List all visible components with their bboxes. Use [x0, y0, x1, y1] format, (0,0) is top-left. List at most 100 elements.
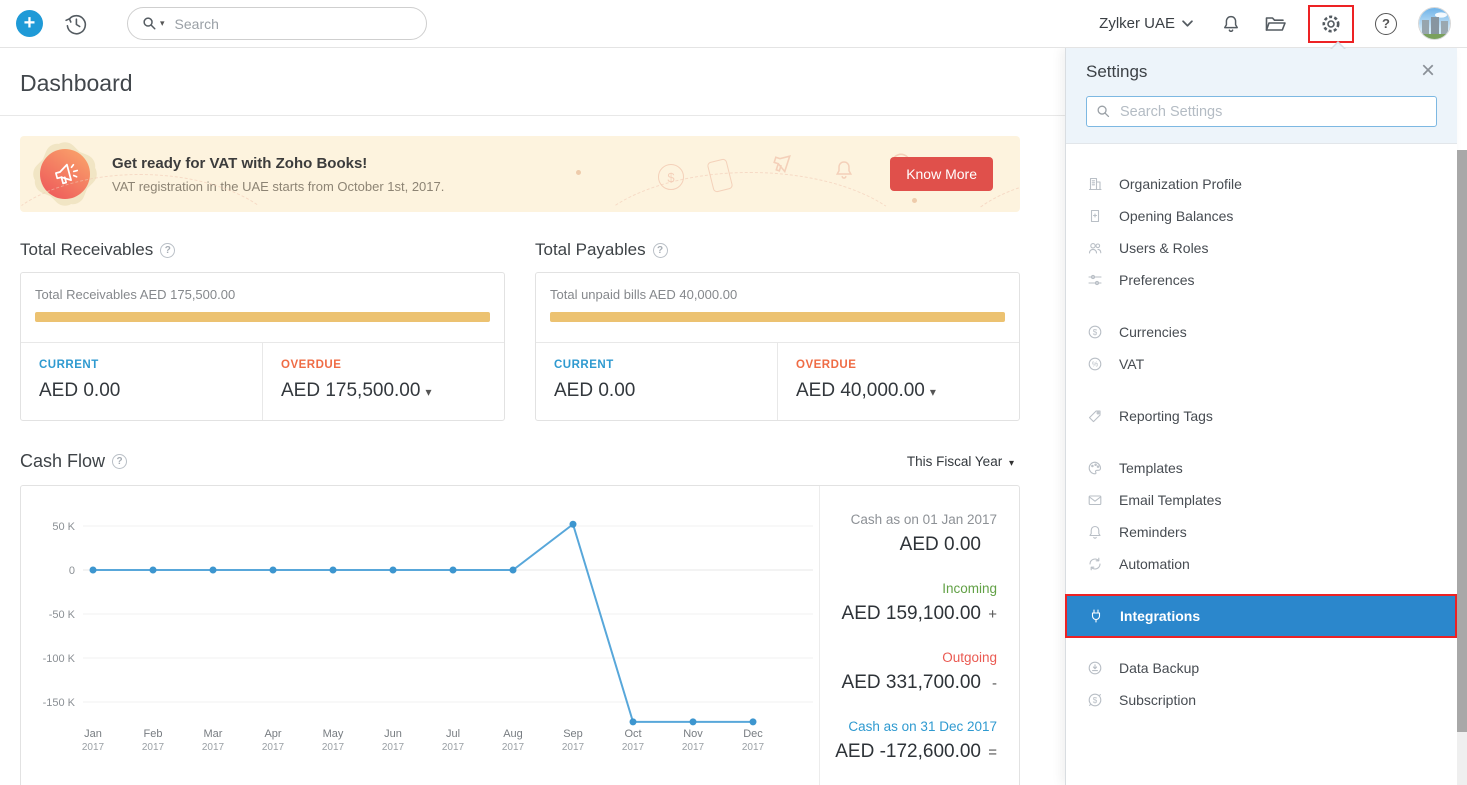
help-icon: ? — [1375, 13, 1397, 35]
settings-item-reminders[interactable]: Reminders — [1066, 516, 1457, 548]
history-icon — [63, 11, 89, 37]
settings-item-label: VAT — [1119, 356, 1144, 372]
help-button[interactable]: ? — [1375, 13, 1397, 35]
receivables-overdue-dropdown[interactable]: AED 175,500.00▾ — [281, 380, 486, 402]
fiscal-year-dropdown[interactable]: This Fiscal Year ▾ — [901, 453, 1020, 470]
search-icon — [142, 16, 157, 31]
settings-item-label: Subscription — [1119, 692, 1196, 708]
receivables-help-icon[interactable]: ? — [160, 243, 175, 258]
settings-item-preferences[interactable]: Preferences — [1066, 264, 1457, 296]
payables-card: Total unpaid bills AED 40,000.00 CURRENT… — [535, 272, 1020, 421]
documents-button[interactable] — [1263, 12, 1287, 36]
receivables-current-value: AED 0.00 — [39, 380, 244, 402]
arc-doodle — [580, 172, 920, 212]
settings-item-label: Currencies — [1119, 324, 1187, 340]
svg-text:50 K: 50 K — [52, 521, 75, 533]
payables-current-label: CURRENT — [554, 359, 759, 371]
search-input[interactable] — [173, 15, 412, 33]
svg-text:2017: 2017 — [502, 742, 525, 753]
settings-item-email-templates[interactable]: Email Templates — [1066, 484, 1457, 516]
cashflow-help-icon[interactable]: ? — [112, 454, 127, 469]
opening-balances-icon — [1087, 208, 1104, 224]
recent-history-button[interactable] — [63, 11, 89, 37]
svg-text:2017: 2017 — [562, 742, 585, 753]
payables-help-icon[interactable]: ? — [653, 243, 668, 258]
settings-item-opening-balances[interactable]: Opening Balances — [1066, 200, 1457, 232]
cashflow-chart: 50 K0-50 K-100 K-150 KJan2017Feb2017Mar2… — [31, 504, 821, 766]
dollar-circle-icon: $ — [1087, 324, 1104, 340]
settings-button[interactable] — [1319, 12, 1343, 36]
svg-text:2017: 2017 — [682, 742, 705, 753]
chevron-down-icon: ▾ — [930, 385, 936, 399]
tag-icon — [1087, 408, 1104, 424]
banner-subtitle: VAT registration in the UAE starts from … — [112, 179, 444, 194]
bell-icon — [1220, 13, 1242, 35]
close-icon[interactable]: × — [1415, 58, 1441, 84]
user-avatar[interactable] — [1418, 7, 1451, 40]
payables-progress-bar — [550, 312, 1005, 322]
title-divider — [0, 115, 1065, 116]
settings-item-label: Email Templates — [1119, 492, 1221, 508]
receivables-card: Total Receivables AED 175,500.00 CURRENT… — [20, 272, 505, 421]
svg-text:2017: 2017 — [382, 742, 405, 753]
chevron-down-icon — [1182, 20, 1193, 27]
settings-panel: Settings × Organization Profile Opening … — [1065, 48, 1457, 785]
settings-highlight-frame — [1308, 5, 1354, 43]
megaphone-doodle-icon — [768, 148, 798, 183]
svg-text:Feb: Feb — [144, 728, 163, 740]
email-icon — [1087, 492, 1104, 508]
cashflow-summary: Cash as on 01 Jan 2017 AED 0.00 Incoming… — [819, 486, 1019, 785]
scrollbar-thumb[interactable] — [1457, 150, 1467, 732]
receivables-overdue-label: OVERDUE — [281, 359, 486, 371]
svg-text:2017: 2017 — [442, 742, 465, 753]
svg-text:2017: 2017 — [622, 742, 645, 753]
settings-item-label: Data Backup — [1119, 660, 1199, 676]
svg-text:-100 K: -100 K — [43, 653, 76, 665]
quick-create-button[interactable]: + — [16, 10, 43, 37]
settings-item-data-backup[interactable]: Data Backup — [1066, 652, 1457, 684]
global-search: ▾ — [127, 7, 427, 40]
payables-overdue-dropdown[interactable]: AED 40,000.00▾ — [796, 380, 1001, 402]
know-more-button[interactable]: Know More — [890, 157, 993, 191]
svg-text:2017: 2017 — [202, 742, 225, 753]
organization-dropdown[interactable]: Zylker UAE — [1093, 14, 1199, 33]
dot-doodle — [576, 170, 581, 175]
settings-item-automation[interactable]: Automation — [1066, 548, 1457, 580]
percent-circle-icon: % — [1087, 356, 1104, 372]
settings-item-label: Integrations — [1120, 608, 1200, 624]
cash-closing-row: Cash as on 31 Dec 2017 AED -172,600.00= — [830, 719, 997, 763]
coin-doodle-icon: $ — [658, 164, 684, 190]
svg-text:$: $ — [1093, 696, 1098, 705]
gear-icon — [1319, 12, 1343, 36]
settings-item-label: Automation — [1119, 556, 1190, 572]
svg-text:May: May — [323, 728, 344, 740]
settings-item-organization-profile[interactable]: Organization Profile — [1066, 168, 1457, 200]
payables-title: Total Payables — [535, 240, 646, 260]
notifications-button[interactable] — [1220, 13, 1242, 35]
scrollbar-track[interactable] — [1457, 150, 1467, 785]
svg-text:Aug: Aug — [503, 728, 523, 740]
settings-item-templates[interactable]: Templates — [1066, 452, 1457, 484]
settings-panel-title: Settings — [1086, 62, 1437, 82]
receivables-summary: Total Receivables AED 175,500.00 — [35, 287, 490, 302]
settings-item-users-roles[interactable]: Users & Roles — [1066, 232, 1457, 264]
settings-item-reporting-tags[interactable]: Reporting Tags — [1066, 400, 1457, 432]
top-navbar: + ▾ Zylker UAE — [0, 0, 1467, 48]
integrations-highlight-frame: Integrations — [1065, 594, 1457, 638]
settings-item-vat[interactable]: % VAT — [1066, 348, 1457, 380]
svg-text:Dec: Dec — [743, 728, 763, 740]
settings-search-input[interactable] — [1118, 103, 1427, 121]
svg-text:Jul: Jul — [446, 728, 460, 740]
receivables-title: Total Receivables — [20, 240, 153, 260]
cashflow-card: 50 K0-50 K-100 K-150 KJan2017Feb2017Mar2… — [20, 485, 1020, 785]
svg-text:Sep: Sep — [563, 728, 583, 740]
settings-item-integrations[interactable]: Integrations — [1067, 596, 1455, 636]
payables-summary: Total unpaid bills AED 40,000.00 — [550, 287, 1005, 302]
settings-item-subscription[interactable]: $ Subscription — [1066, 684, 1457, 716]
svg-text:2017: 2017 — [142, 742, 165, 753]
settings-item-label: Templates — [1119, 460, 1183, 476]
settings-item-currencies[interactable]: $ Currencies — [1066, 316, 1457, 348]
settings-panel-pointer-fill — [1331, 43, 1345, 50]
download-circle-icon — [1087, 660, 1104, 676]
search-category-caret-icon[interactable]: ▾ — [160, 18, 165, 29]
